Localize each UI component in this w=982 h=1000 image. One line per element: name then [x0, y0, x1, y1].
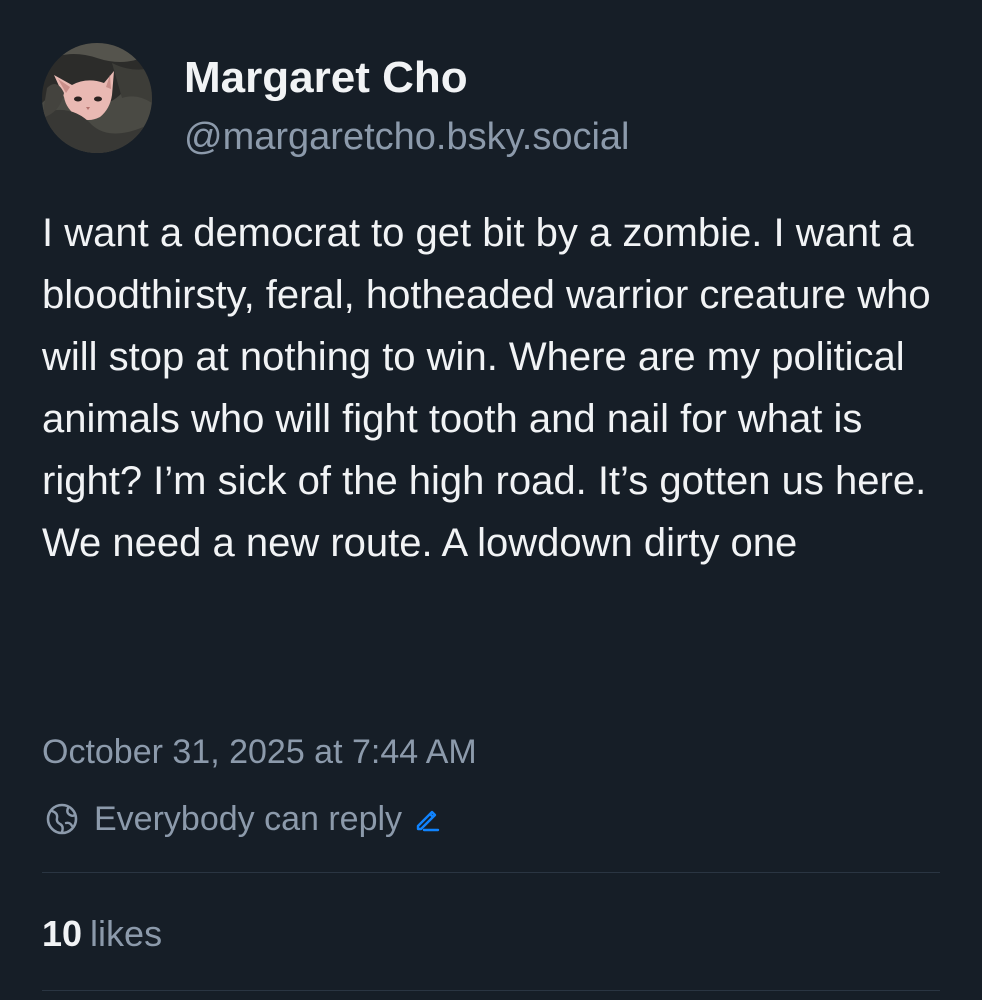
- post-timestamp: October 31, 2025 at 7:44 AM: [42, 733, 477, 771]
- pencil-icon[interactable]: [412, 804, 442, 834]
- divider: [42, 872, 940, 873]
- reply-settings-label: Everybody can reply: [94, 799, 403, 838]
- reply-settings[interactable]: Everybody can reply: [44, 795, 442, 843]
- likes-label: likes: [90, 913, 163, 954]
- likes-stat[interactable]: 10 likes: [42, 910, 162, 958]
- avatar[interactable]: [42, 43, 152, 153]
- likes-count: 10: [42, 913, 83, 954]
- author-display-name[interactable]: Margaret Cho: [184, 50, 468, 106]
- author-handle[interactable]: @margaretcho.bsky.social: [184, 112, 629, 162]
- post-thread-view: Margaret Cho @margaretcho.bsky.social I …: [0, 0, 982, 1000]
- cat-in-blanket-avatar-icon: [42, 43, 152, 153]
- post-text: I want a democrat to get bit by a zombie…: [42, 211, 931, 565]
- globe-icon: [44, 801, 80, 837]
- divider: [42, 990, 940, 991]
